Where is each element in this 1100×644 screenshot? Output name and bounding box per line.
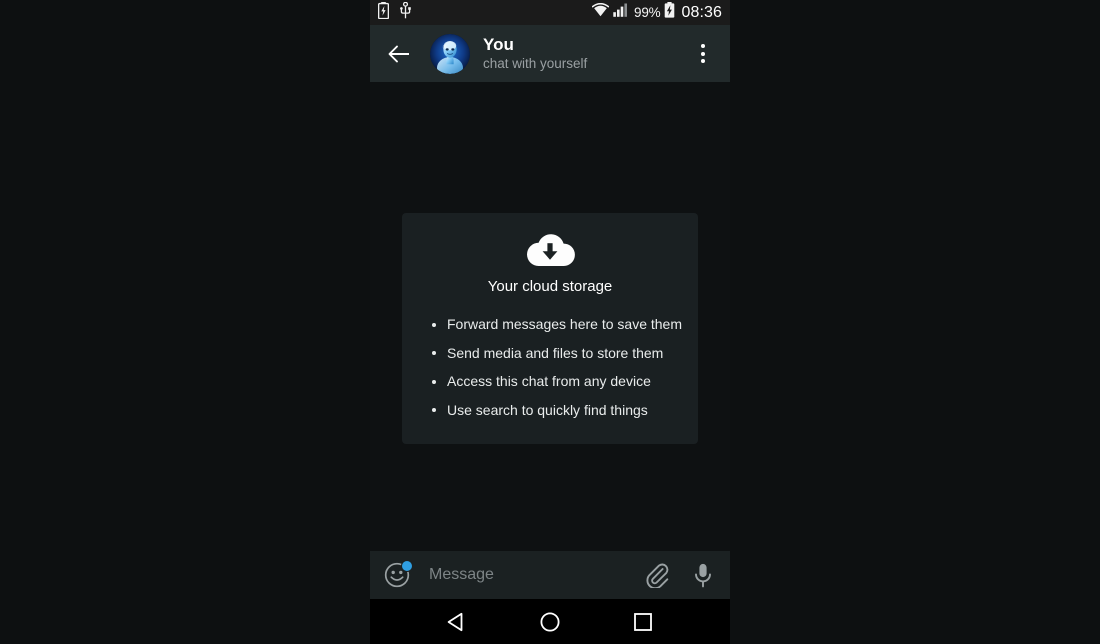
nav-home-circle-icon[interactable] bbox=[530, 602, 570, 642]
status-bar-clock: 08:36 bbox=[681, 3, 722, 21]
message-input[interactable] bbox=[429, 566, 643, 584]
more-vertical-icon[interactable] bbox=[688, 34, 718, 74]
microphone-icon[interactable] bbox=[689, 561, 717, 589]
list-item: Forward messages here to save them bbox=[432, 310, 698, 339]
status-bar-right-icons: 99% 08:36 bbox=[591, 2, 722, 23]
status-bar-left-icons bbox=[377, 1, 411, 24]
list-item: Use search to quickly find things bbox=[432, 396, 698, 425]
status-bar: 99% 08:36 bbox=[370, 0, 730, 25]
list-item: Send media and files to store them bbox=[432, 339, 698, 368]
message-input-bar bbox=[370, 551, 730, 599]
emoji-smiley-icon[interactable] bbox=[384, 560, 413, 588]
emoji-badge bbox=[401, 560, 413, 572]
battery-charging-icon bbox=[377, 1, 390, 24]
cloud-storage-bullet-list: Forward messages here to save them Send … bbox=[402, 310, 698, 424]
card-title: Your cloud storage bbox=[487, 278, 613, 295]
phone-screen: 99% 08:36 You chat with yourself Your cl… bbox=[370, 0, 730, 644]
nav-recents-square-icon[interactable] bbox=[623, 602, 663, 642]
list-item: Access this chat from any device bbox=[432, 367, 698, 396]
cloud-download-icon bbox=[402, 230, 698, 267]
page-title: You bbox=[483, 35, 514, 54]
android-navigation-bar bbox=[370, 599, 730, 644]
back-arrow-icon[interactable] bbox=[384, 39, 414, 69]
battery-percent-label: 99% bbox=[634, 5, 661, 20]
chat-message-area: Your cloud storage Forward messages here… bbox=[370, 82, 730, 551]
battery-charging-icon bbox=[664, 2, 675, 23]
paperclip-icon[interactable] bbox=[643, 561, 671, 589]
wifi-icon bbox=[591, 2, 610, 22]
cellular-signal-icon bbox=[613, 3, 630, 22]
menu-dot bbox=[701, 59, 705, 63]
menu-dot bbox=[701, 44, 705, 48]
chat-title-block[interactable]: You chat with yourself bbox=[483, 35, 688, 72]
chat-subtitle: chat with yourself bbox=[483, 56, 588, 71]
usb-icon bbox=[400, 1, 411, 24]
app-bar: You chat with yourself bbox=[370, 25, 730, 82]
menu-dot bbox=[701, 51, 705, 56]
nav-back-triangle-icon[interactable] bbox=[437, 602, 477, 642]
cloud-storage-card: Your cloud storage Forward messages here… bbox=[402, 213, 698, 444]
avatar[interactable] bbox=[430, 33, 470, 74]
